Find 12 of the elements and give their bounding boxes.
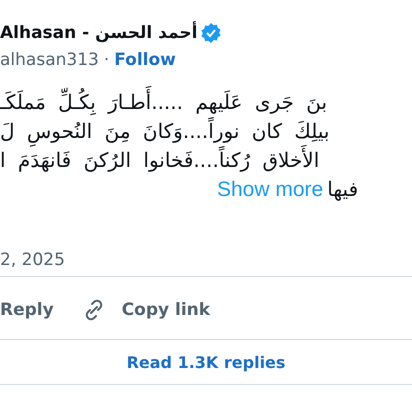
separator-dot: · <box>104 50 110 70</box>
post-text-line: بنَ جَرى عَلَيهم .....أَطـارَ بِكُـلِّ مَملَكَـ <box>0 88 412 117</box>
post-text-line: فيها <box>327 176 358 203</box>
post-text-line: الأَخلاق رُكناً....فَخانوا الرُكنَ فَانهَدَمَ ا <box>0 146 412 175</box>
follow-link[interactable]: Follow <box>114 50 176 70</box>
post-text-line: بيلِكَ كان نوراً....وَكانَ مِنَ النُحوسِ لَ <box>0 117 412 146</box>
author-handle: alhasan313 <box>0 50 99 70</box>
post-date[interactable]: 2, 2025 <box>0 250 412 276</box>
reply-button[interactable]: Reply <box>0 300 54 320</box>
copy-link-button[interactable]: Copy link <box>82 298 210 322</box>
author-name[interactable]: Alhasan - أحمد الحسن <box>0 23 198 43</box>
read-replies-link[interactable]: Read 1.3K replies <box>126 338 286 386</box>
